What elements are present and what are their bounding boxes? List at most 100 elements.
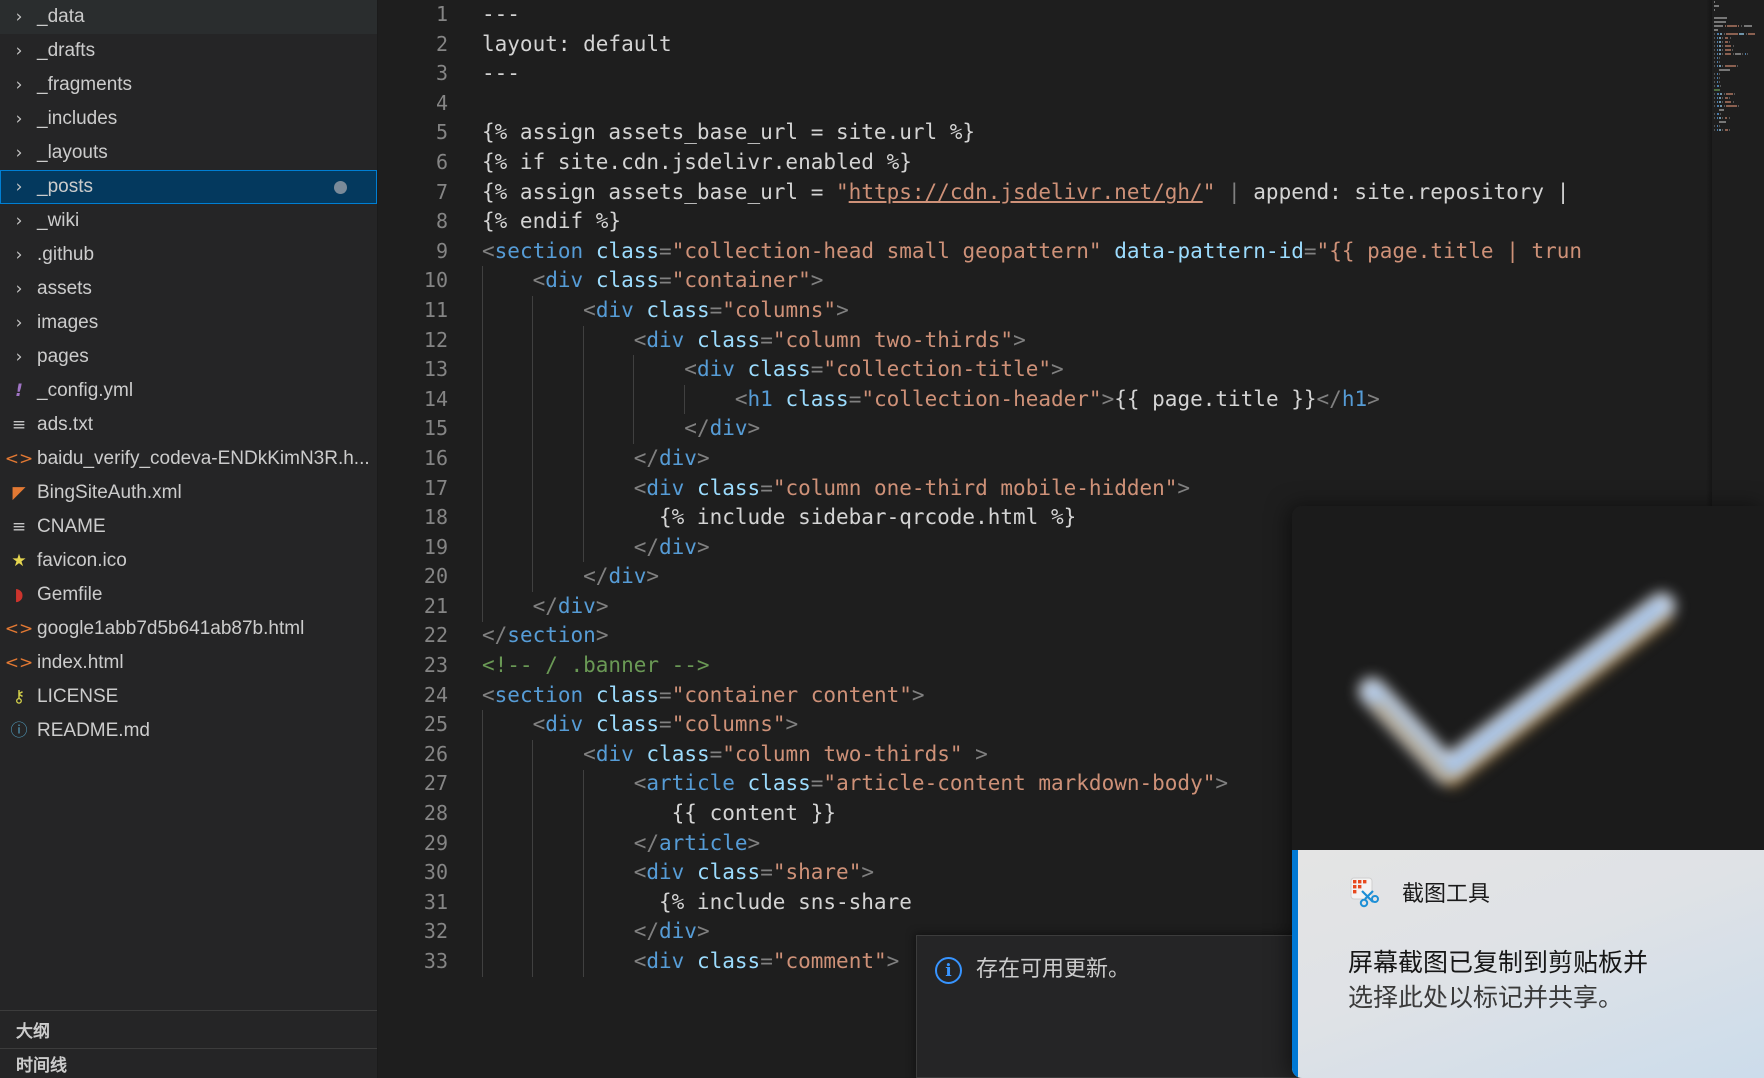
code-text[interactable]: <div class="columns"> (470, 296, 849, 326)
code-text[interactable]: <h1 class="collection-header">{{ page.ti… (470, 385, 1380, 415)
code-text[interactable]: layout: default (470, 30, 672, 60)
code-text[interactable]: {% assign assets_base_url = site.url %} (470, 118, 975, 148)
tree-item-pages[interactable]: › pages (0, 340, 377, 374)
tree-item-gemfile[interactable]: ◗ Gemfile (0, 578, 377, 612)
tree-item--includes[interactable]: › _includes (0, 102, 377, 136)
tree-item-readme-md[interactable]: ⓘ README.md (0, 714, 377, 748)
chevron-right-icon[interactable]: › (6, 246, 32, 264)
tree-item--posts[interactable]: › _posts (0, 170, 377, 204)
code-token-str: "collection-header" (861, 386, 1102, 411)
tree-item--github[interactable]: › .github (0, 238, 377, 272)
code-line[interactable]: 3 --- (378, 59, 1764, 89)
code-line[interactable]: 15 </div> (378, 414, 1764, 444)
code-text[interactable]: </div> (470, 592, 609, 622)
code-text[interactable]: <section class="collection-head small ge… (470, 237, 1582, 267)
code-line[interactable]: 16 </div> (378, 444, 1764, 474)
code-text[interactable]: <div class="column one-third mobile-hidd… (470, 474, 1190, 504)
code-line[interactable]: 10 <div class="container"> (378, 266, 1764, 296)
code-line[interactable]: 1 --- (378, 0, 1764, 30)
code-text[interactable]: </div> (470, 444, 710, 474)
tree-item--layouts[interactable]: › _layouts (0, 136, 377, 170)
code-token-link[interactable]: https://cdn.jsdelivr.net/gh/ (849, 180, 1203, 204)
code-text[interactable]: <div class="columns"> (470, 710, 799, 740)
minimap-segment (1729, 97, 1731, 99)
tree-item-images[interactable]: › images (0, 306, 377, 340)
indent-guide (482, 917, 483, 948)
tree-item-cname[interactable]: ≡ CNAME (0, 510, 377, 544)
chevron-right-icon[interactable]: › (6, 42, 32, 60)
tree-item-bingsiteauth-xml[interactable]: ◤ BingSiteAuth.xml (0, 476, 377, 510)
code-token-def: {% assign assets_base_url = (482, 179, 837, 204)
code-text[interactable]: <div class="column two-thirds"> (470, 326, 1026, 356)
code-line[interactable]: 7 {% assign assets_base_url = "https://cd… (378, 178, 1764, 208)
code-text[interactable]: {% assign assets_base_url = "https://cdn… (470, 178, 1569, 208)
code-line[interactable]: 5 {% assign assets_base_url = site.url %} (378, 118, 1764, 148)
code-text[interactable]: <div class="share"> (470, 858, 874, 888)
code-text[interactable]: <div class="comment"> (470, 947, 900, 977)
code-text[interactable]: </section> (470, 621, 608, 651)
indent-guide (582, 384, 584, 415)
code-line[interactable]: 12 <div class="column two-thirds"> (378, 326, 1764, 356)
timeline-section-header[interactable]: 时间线 (0, 1048, 377, 1078)
code-line[interactable]: 17 <div class="column one-third mobile-h… (378, 474, 1764, 504)
tree-item-license[interactable]: ⚷ LICENSE (0, 680, 377, 714)
code-line[interactable]: 14 <h1 class="collection-header">{{ page… (378, 385, 1764, 415)
tree-item-baidu-verify-codeva-endkkimn3r-h-[interactable]: <> baidu_verify_codeva-ENDkKimN3R.h... (0, 442, 377, 476)
tree-item--drafts[interactable]: › _drafts (0, 34, 377, 68)
chevron-right-icon[interactable]: › (6, 314, 32, 332)
code-text[interactable]: {{ content }} (470, 799, 836, 829)
tree-item--fragments[interactable]: › _fragments (0, 68, 377, 102)
tree-item-favicon-ico[interactable]: ★ favicon.ico (0, 544, 377, 578)
vscode-update-notification[interactable]: i 存在可用更新。 (916, 935, 1336, 1078)
tree-item-ads-txt[interactable]: ≡ ads.txt (0, 408, 377, 442)
indent-guide (482, 473, 483, 504)
toast-body[interactable]: 截图工具 屏幕截图已复制到剪贴板并 选择此处以标记并共享。 (1292, 850, 1764, 1078)
chevron-right-icon[interactable]: › (6, 348, 32, 366)
code-line[interactable]: 11 <div class="columns"> (378, 296, 1764, 326)
code-line[interactable]: 13 <div class="collection-title"> (378, 355, 1764, 385)
outline-section-header[interactable]: 大纲 (0, 1010, 377, 1048)
code-text[interactable]: <div class="collection-title"> (470, 355, 1063, 385)
code-token-punc: > (646, 564, 660, 589)
code-text[interactable]: <!-- / .banner --> (470, 651, 710, 681)
tree-item--data[interactable]: › _data (0, 0, 377, 34)
code-text[interactable]: </div> (470, 414, 760, 444)
code-text[interactable]: {% include sidebar-qrcode.html %} (470, 503, 1076, 533)
tree-item--wiki[interactable]: › _wiki (0, 204, 377, 238)
code-line[interactable]: 8 {% endif %} (378, 207, 1764, 237)
code-line[interactable]: 9 <section class="collection-head small g… (378, 237, 1764, 267)
minimap-segment (1735, 53, 1741, 55)
minimap-segment (1719, 77, 1721, 79)
code-text[interactable]: <div class="container"> (470, 266, 824, 296)
code-line[interactable]: 2 layout: default (378, 30, 1764, 60)
code-text[interactable]: --- (470, 0, 520, 30)
chevron-right-icon[interactable]: › (6, 212, 32, 230)
code-text[interactable]: </div> (470, 562, 659, 592)
code-token-attr: class (696, 475, 761, 500)
code-token-def (684, 328, 697, 352)
chevron-right-icon[interactable]: › (6, 8, 32, 26)
code-text[interactable]: </article> (470, 829, 760, 859)
code-line[interactable]: 4 (378, 89, 1764, 119)
code-text[interactable]: </div> (470, 917, 710, 947)
file-tree[interactable]: › _data › _drafts › _fragments › _includes › _lay… (0, 0, 377, 1010)
chevron-right-icon[interactable]: › (6, 76, 32, 94)
chevron-right-icon[interactable]: › (6, 144, 32, 162)
chevron-right-icon[interactable]: › (6, 280, 32, 298)
code-text[interactable]: {% if site.cdn.jsdelivr.enabled %} (470, 148, 912, 178)
code-text[interactable]: --- (470, 59, 520, 89)
tree-item-index-html[interactable]: <> index.html (0, 646, 377, 680)
tree-item--config-yml[interactable]: ! _config.yml (0, 374, 377, 408)
code-text[interactable]: <div class="column two-thirds" > (470, 740, 988, 770)
code-text[interactable]: <section class="container content"> (470, 681, 925, 711)
code-line[interactable]: 6 {% if site.cdn.jsdelivr.enabled %} (378, 148, 1764, 178)
code-text[interactable]: </div> (470, 533, 710, 563)
code-text[interactable]: {% include sns-share (470, 888, 912, 918)
snipping-tool-toast[interactable]: 截图工具 屏幕截图已复制到剪贴板并 选择此处以标记并共享。 (1292, 506, 1764, 1078)
code-token-punc: > (810, 268, 824, 293)
chevron-right-icon[interactable]: › (6, 110, 32, 128)
code-text[interactable]: {% endif %} (470, 207, 621, 237)
tree-item-google1abb7d5b641ab87b-html[interactable]: <> google1abb7d5b641ab87b.html (0, 612, 377, 646)
chevron-right-icon[interactable]: › (6, 178, 32, 196)
tree-item-assets[interactable]: › assets (0, 272, 377, 306)
